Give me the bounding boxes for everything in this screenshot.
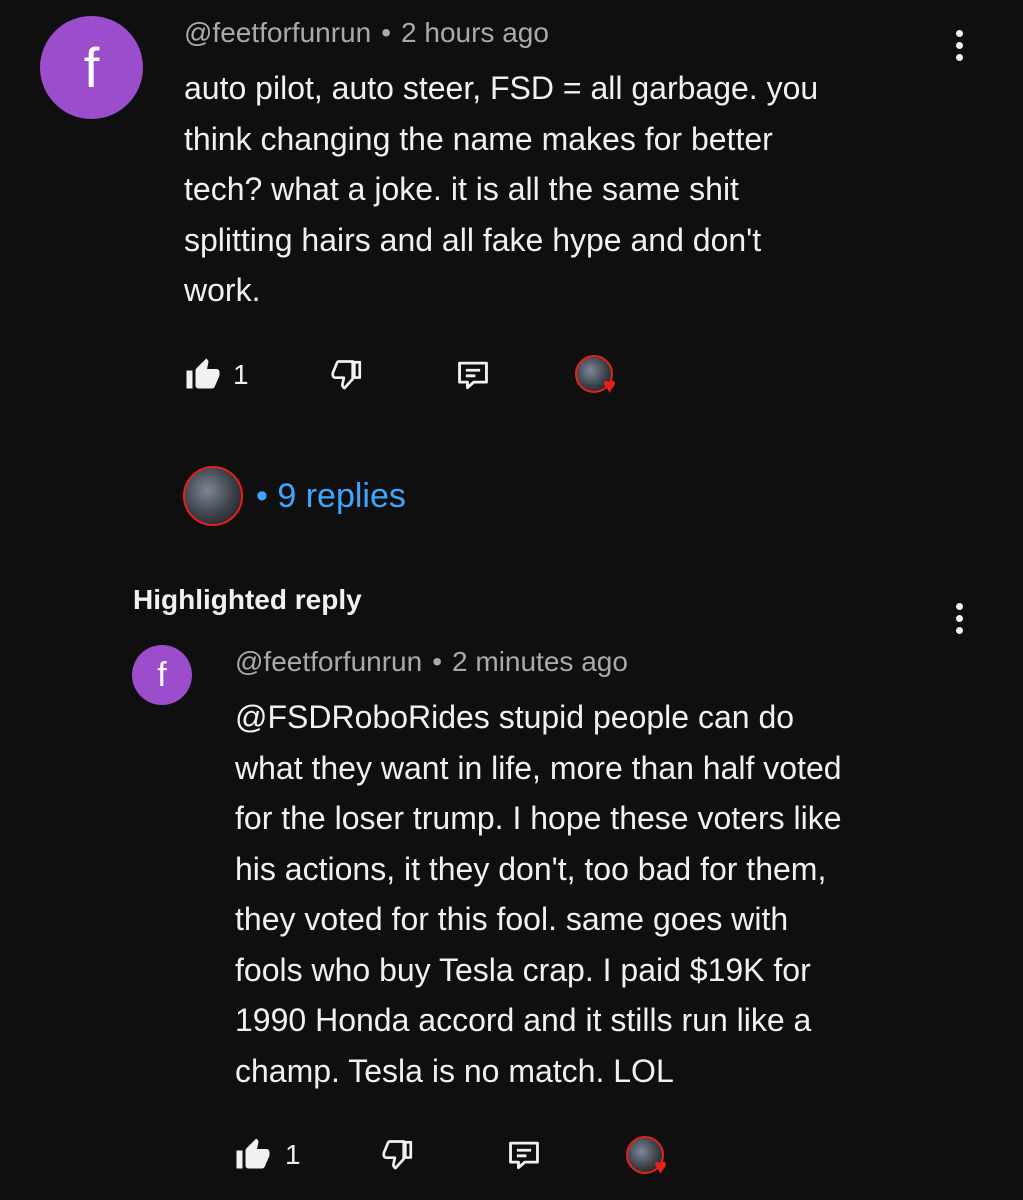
creator-heart: ♥ — [575, 355, 629, 401]
replier-avatar — [183, 466, 243, 526]
heart-icon: ♥ — [603, 373, 617, 398]
reply-username[interactable]: @feetforfunrun — [235, 646, 422, 677]
thumbs-down-icon[interactable] — [380, 1137, 416, 1173]
heart-icon: ♥ — [654, 1154, 668, 1179]
thumbs-up-icon[interactable] — [185, 357, 221, 393]
meta-separator: • — [432, 646, 443, 677]
reply-meta: @feetforfunrun • 2 minutes ago — [235, 646, 628, 678]
view-replies-button[interactable]: • 9 replies — [256, 477, 406, 516]
reply-comment-icon[interactable] — [505, 1136, 543, 1174]
avatar[interactable]: f — [132, 645, 192, 705]
thumbs-down-icon[interactable] — [329, 357, 365, 393]
reply-timestamp[interactable]: 2 minutes ago — [452, 646, 628, 677]
reply-text: @FSDRoboRides stupid people can do what … — [235, 699, 842, 1089]
comment-username[interactable]: @feetforfunrun — [184, 17, 371, 48]
thumbs-up-icon[interactable] — [235, 1137, 271, 1173]
creator-heart: ♥ — [626, 1136, 680, 1182]
meta-separator: • — [381, 17, 392, 48]
more-vert-icon[interactable] — [953, 603, 965, 634]
avatar-letter: f — [157, 655, 167, 694]
replies-label: 9 replies — [277, 477, 406, 515]
replies-separator: • — [256, 477, 268, 515]
like-count: 1 — [233, 359, 249, 390]
reply-comment-icon[interactable] — [454, 356, 492, 394]
like-count: 1 — [285, 1139, 301, 1170]
avatar-letter: f — [83, 36, 100, 99]
more-vert-icon[interactable] — [953, 30, 965, 61]
comment-timestamp[interactable]: 2 hours ago — [401, 17, 549, 48]
comment-text: auto pilot, auto steer, FSD = all garbag… — [184, 70, 819, 308]
avatar[interactable]: f — [40, 16, 143, 119]
highlighted-reply-label: Highlighted reply — [133, 584, 362, 615]
comment-meta: @feetforfunrun • 2 hours ago — [184, 17, 549, 49]
